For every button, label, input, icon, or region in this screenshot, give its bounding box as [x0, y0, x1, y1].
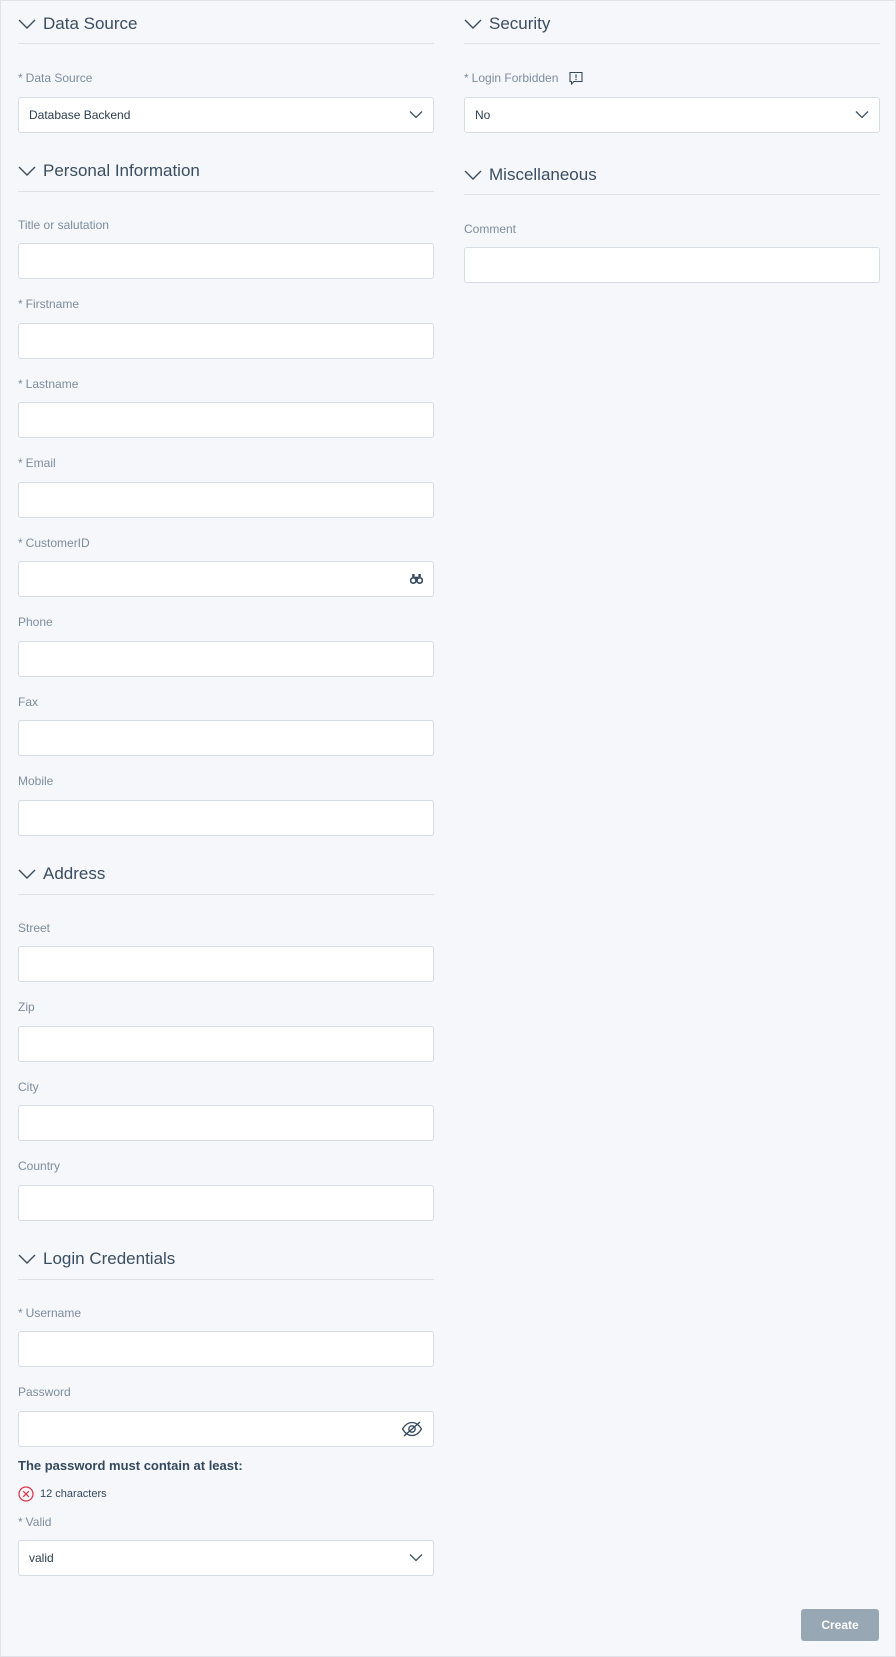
chevron-down-icon — [409, 111, 423, 119]
chevron-down-icon — [18, 869, 36, 879]
label-comment: Comment — [464, 222, 517, 236]
section-title-address: Address — [43, 864, 106, 883]
fax-input[interactable] — [18, 720, 434, 756]
binoculars-icon[interactable] — [410, 574, 423, 585]
section-toggle-miscellaneous[interactable]: Miscellaneous — [464, 164, 597, 186]
label-firstname: * Firstname — [18, 297, 80, 311]
label-fax: Fax — [18, 695, 39, 709]
mobile-input[interactable] — [18, 800, 434, 836]
country-input[interactable] — [18, 1185, 434, 1221]
divider — [464, 194, 880, 195]
label-title: Title or salutation — [18, 218, 109, 232]
label-lastname: * Lastname — [18, 377, 79, 391]
label-username: * Username — [18, 1306, 82, 1320]
chevron-down-icon — [855, 111, 869, 119]
password-rule: 12 characters — [18, 1486, 107, 1502]
login-forbidden-select[interactable]: No — [464, 97, 880, 133]
divider — [18, 1279, 434, 1280]
chevron-down-icon — [18, 1254, 36, 1264]
eye-slash-icon[interactable] — [401, 1421, 423, 1437]
label-customer-id: * CustomerID — [18, 536, 90, 550]
divider — [464, 43, 880, 44]
section-toggle-login-credentials[interactable]: Login Credentials — [18, 1248, 175, 1270]
street-input[interactable] — [18, 946, 434, 982]
label-login-forbidden: * Login Forbidden — [464, 71, 583, 85]
lastname-input[interactable] — [18, 402, 434, 438]
comment-input[interactable] — [464, 247, 880, 283]
customer-user-form: Data Source * Data Source Database Backe… — [0, 0, 896, 1657]
zip-input[interactable] — [18, 1026, 434, 1062]
phone-input[interactable] — [18, 641, 434, 677]
firstname-input[interactable] — [18, 323, 434, 359]
username-input[interactable] — [18, 1331, 434, 1367]
chevron-down-icon — [18, 19, 36, 29]
city-input[interactable] — [18, 1105, 434, 1141]
email-input[interactable] — [18, 482, 434, 518]
divider — [18, 43, 434, 44]
label-valid: * Valid — [18, 1515, 52, 1529]
valid-select[interactable]: valid — [18, 1540, 434, 1576]
chevron-down-icon — [409, 1554, 423, 1562]
section-toggle-personal-information[interactable]: Personal Information — [18, 160, 200, 182]
label-email: * Email — [18, 456, 56, 470]
label-zip: Zip — [18, 1000, 35, 1014]
section-toggle-data-source[interactable]: Data Source — [18, 13, 138, 35]
divider — [18, 191, 434, 192]
chevron-down-icon — [464, 170, 482, 180]
chevron-down-icon — [464, 19, 482, 29]
password-input[interactable] — [18, 1411, 434, 1447]
divider — [18, 894, 434, 895]
section-title-security: Security — [489, 14, 551, 33]
title-input[interactable] — [18, 243, 434, 279]
label-country: Country — [18, 1159, 61, 1173]
password-hint-title: The password must contain at least: — [18, 1458, 243, 1473]
section-title-personal-information: Personal Information — [43, 161, 200, 180]
customer-id-input[interactable] — [18, 561, 434, 597]
chevron-down-icon — [18, 166, 36, 176]
label-phone: Phone — [18, 615, 53, 629]
section-title-login-credentials: Login Credentials — [43, 1249, 176, 1268]
error-circle-icon — [18, 1486, 34, 1502]
tooltip-icon[interactable] — [569, 71, 583, 85]
label-data-source: * Data Source — [18, 71, 93, 85]
data-source-select[interactable]: Database Backend — [18, 97, 434, 133]
label-city: City — [18, 1080, 39, 1094]
section-toggle-address[interactable]: Address — [18, 863, 105, 885]
section-toggle-security[interactable]: Security — [464, 13, 550, 35]
label-password: Password — [18, 1385, 71, 1399]
section-title-data-source: Data Source — [43, 14, 138, 33]
label-street: Street — [18, 921, 51, 935]
section-title-miscellaneous: Miscellaneous — [489, 165, 597, 184]
create-button[interactable]: Create — [801, 1609, 879, 1641]
label-mobile: Mobile — [18, 774, 54, 788]
